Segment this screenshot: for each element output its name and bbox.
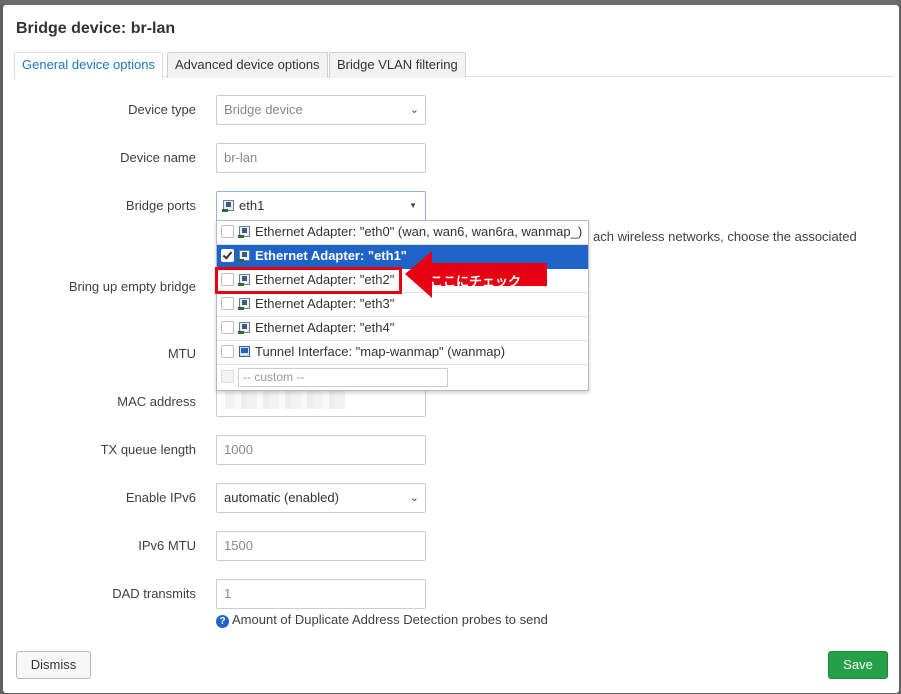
enable-ipv6-value: automatic (enabled) [224,490,339,505]
ethernet-icon [238,249,252,263]
enable-ipv6-select[interactable]: automatic (enabled) ⌄ [216,483,426,513]
ipv6-mtu-label: IPv6 MTU [138,538,196,553]
checkbox[interactable] [221,321,234,334]
custom-port-input[interactable]: -- custom -- [238,368,448,387]
enable-ipv6-label: Enable IPv6 [125,490,196,505]
bring-up-empty-bridge-label: Bring up empty bridge [68,279,196,294]
option-label: Tunnel Interface: "map-wanmap" (wanmap) [255,344,506,359]
dad-transmits-help-text: Amount of Duplicate Address Detection pr… [232,612,548,627]
annotation-text: ここにチェック [430,275,522,290]
mac-address-label: MAC address [117,394,196,409]
dad-transmits-label: DAD transmits [112,586,196,601]
tab-bar: General device options Advanced device o… [14,52,893,79]
tab-general-device-options[interactable]: General device options [14,52,163,79]
device-type-select[interactable]: Bridge device ⌄ [216,95,426,125]
tab-advanced-device-options[interactable]: Advanced device options [167,52,328,78]
chevron-down-icon: ⌄ [409,104,419,116]
bridge-ports-option-list: Ethernet Adapter: "eth0" (wan, wan6, wan… [216,220,589,391]
chevron-down-icon: ⌄ [409,492,419,504]
ethernet-icon [238,321,252,335]
checkbox[interactable] [221,345,234,358]
option-label: Ethernet Adapter: "eth4" [255,320,395,335]
ethernet-icon [238,225,252,239]
checkbox[interactable] [221,297,234,310]
bridge-ports-dropdown[interactable]: eth1 ▼ [216,191,426,221]
dialog-title: Bridge device: br-lan [16,20,176,37]
option-label: Ethernet Adapter: "eth3" [255,296,395,311]
option-custom: -- custom -- [217,365,588,391]
ethernet-icon [238,297,252,311]
checkbox-checked[interactable] [221,249,234,262]
option-eth4[interactable]: Ethernet Adapter: "eth4" [217,317,588,341]
dad-transmits-input[interactable]: 1 [216,579,426,609]
dad-transmits-help: ? Amount of Duplicate Address Detection p… [216,612,548,628]
mtu-label: MTU [167,346,196,361]
checkbox-disabled [221,370,234,383]
annotation-highlight-box [215,267,402,294]
device-name-label: Device name [120,150,196,165]
tunnel-icon [238,345,252,359]
dismiss-button[interactable]: Dismiss [16,651,91,679]
tx-queue-length-label: TX queue length [100,442,196,457]
checkbox[interactable] [221,225,234,238]
help-icon: ? [216,615,229,628]
caret-down-icon: ▼ [409,201,417,210]
option-eth0[interactable]: Ethernet Adapter: "eth0" (wan, wan6, wan… [217,221,588,245]
device-type-label: Device type [128,102,196,117]
option-label: Ethernet Adapter: "eth1" [255,248,407,263]
option-label: Ethernet Adapter: "eth0" (wan, wan6, wan… [255,224,583,239]
device-name-input[interactable]: br-lan [216,143,426,173]
device-type-value: Bridge device [224,102,303,117]
option-map-wanmap[interactable]: Tunnel Interface: "map-wanmap" (wanmap) [217,341,588,365]
tab-bridge-vlan-filtering[interactable]: Bridge VLAN filtering [329,52,466,78]
save-button[interactable]: Save [828,651,888,679]
bridge-ports-description: ach wireless networks, choose the associ… [593,229,857,244]
bridge-ports-label: Bridge ports [125,198,196,213]
redacted-mac-value [225,389,345,409]
ipv6-mtu-input[interactable]: 1500 [216,531,426,561]
tx-queue-length-input[interactable]: 1000 [216,435,426,465]
bridge-ports-value: eth1 [239,198,265,213]
ethernet-icon [222,199,236,213]
